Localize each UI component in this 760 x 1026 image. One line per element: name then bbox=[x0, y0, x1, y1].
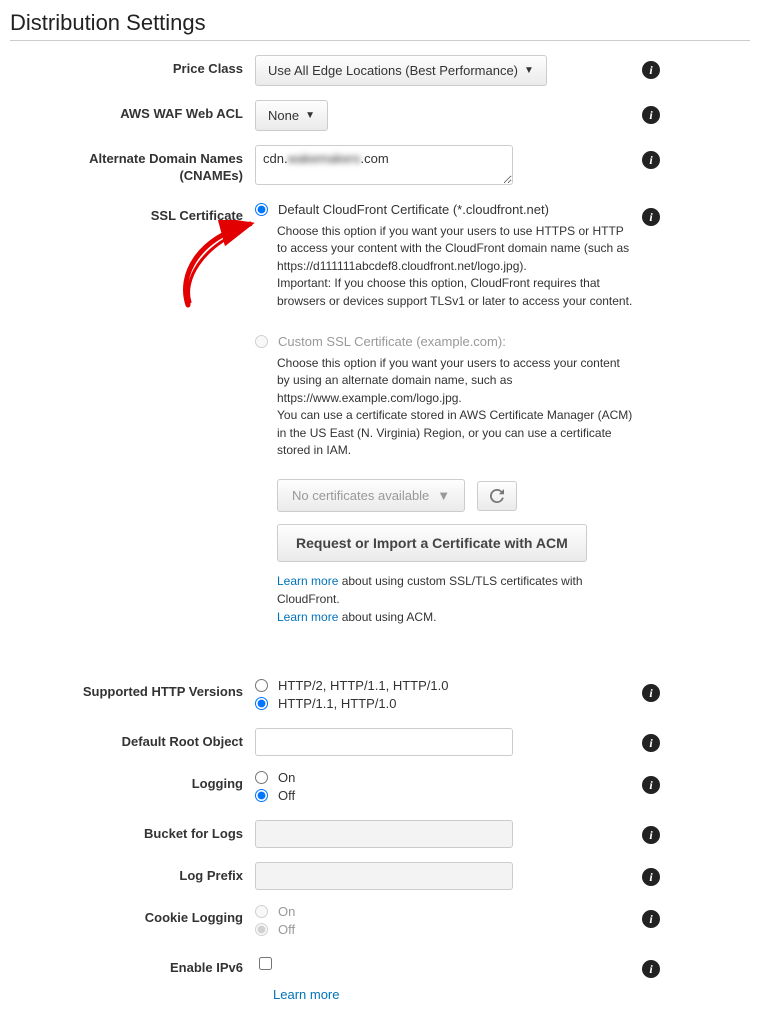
http2-radio-input[interactable] bbox=[255, 679, 268, 692]
http2-radio[interactable]: HTTP/2, HTTP/1.1, HTTP/1.0 bbox=[255, 678, 634, 693]
ipv6-learn-more-link[interactable]: Learn more bbox=[273, 987, 339, 1002]
ssl-custom-radio-input[interactable] bbox=[255, 335, 268, 348]
caret-down-icon: ▼ bbox=[524, 65, 534, 76]
info-icon[interactable]: i bbox=[642, 151, 660, 169]
label-bucket-logs: Bucket for Logs bbox=[10, 820, 255, 843]
caret-down-icon: ▼ bbox=[305, 110, 315, 121]
info-icon[interactable]: i bbox=[642, 734, 660, 752]
ssl-custom-radio[interactable]: Custom SSL Certificate (example.com): bbox=[255, 334, 634, 349]
logging-on-label: On bbox=[278, 770, 295, 785]
cert-select-value: No certificates available bbox=[292, 488, 429, 503]
label-cookie-logging: Cookie Logging bbox=[10, 904, 255, 927]
info-icon[interactable]: i bbox=[642, 826, 660, 844]
row-logging: Logging On Off i bbox=[10, 770, 750, 806]
logging-on-radio[interactable]: On bbox=[255, 770, 634, 785]
row-root-object: Default Root Object i bbox=[10, 728, 750, 756]
logging-off-label: Off bbox=[278, 788, 295, 803]
label-waf: AWS WAF Web ACL bbox=[10, 100, 255, 123]
info-icon[interactable]: i bbox=[642, 910, 660, 928]
ipv6-checkbox[interactable] bbox=[259, 957, 272, 970]
bucket-logs-input[interactable] bbox=[255, 820, 513, 848]
info-icon[interactable]: i bbox=[642, 776, 660, 794]
red-arrow-annotation bbox=[180, 220, 260, 310]
cert-select[interactable]: No certificates available ▼ bbox=[277, 479, 465, 512]
ssl-default-label: Default CloudFront Certificate (*.cloudf… bbox=[278, 202, 549, 217]
cookie-off-radio[interactable]: Off bbox=[255, 922, 634, 937]
learn-more-acm-tail: about using ACM. bbox=[338, 610, 436, 624]
ssl-custom-label: Custom SSL Certificate (example.com): bbox=[278, 334, 506, 349]
divider bbox=[10, 40, 750, 41]
row-ipv6: Enable IPv6 Learn more i bbox=[10, 954, 750, 1002]
info-icon[interactable]: i bbox=[642, 61, 660, 79]
price-class-select[interactable]: Use All Edge Locations (Best Performance… bbox=[255, 55, 547, 86]
row-http-versions: Supported HTTP Versions HTTP/2, HTTP/1.1… bbox=[10, 678, 750, 714]
info-icon[interactable]: i bbox=[642, 960, 660, 978]
root-object-input[interactable] bbox=[255, 728, 513, 756]
ssl-default-help: Choose this option if you want your user… bbox=[277, 223, 634, 310]
request-cert-button[interactable]: Request or Import a Certificate with ACM bbox=[277, 524, 587, 562]
label-ssl: SSL Certificate bbox=[10, 202, 255, 225]
waf-select[interactable]: None ▼ bbox=[255, 100, 328, 131]
logging-off-radio-input[interactable] bbox=[255, 789, 268, 802]
label-cnames: Alternate Domain Names (CNAMEs) bbox=[10, 145, 255, 185]
learn-more-ssl-link[interactable]: Learn more bbox=[277, 574, 338, 588]
price-class-value: Use All Edge Locations (Best Performance… bbox=[268, 63, 518, 78]
label-price-class: Price Class bbox=[10, 55, 255, 78]
cookie-off-radio-input[interactable] bbox=[255, 923, 268, 936]
row-price-class: Price Class Use All Edge Locations (Best… bbox=[10, 55, 750, 86]
http2-label: HTTP/2, HTTP/1.1, HTTP/1.0 bbox=[278, 678, 448, 693]
logging-on-radio-input[interactable] bbox=[255, 771, 268, 784]
label-log-prefix: Log Prefix bbox=[10, 862, 255, 885]
ssl-custom-help: Choose this option if you want your user… bbox=[277, 355, 634, 459]
refresh-icon bbox=[490, 489, 504, 503]
waf-value: None bbox=[268, 108, 299, 123]
http11-radio[interactable]: HTTP/1.1, HTTP/1.0 bbox=[255, 696, 634, 711]
ssl-default-radio-input[interactable] bbox=[255, 203, 268, 216]
learn-more-acm-link[interactable]: Learn more bbox=[277, 610, 338, 624]
page-title: Distribution Settings bbox=[10, 10, 750, 36]
ssl-default-radio[interactable]: Default CloudFront Certificate (*.cloudf… bbox=[255, 202, 634, 217]
info-icon[interactable]: i bbox=[642, 106, 660, 124]
info-icon[interactable]: i bbox=[642, 684, 660, 702]
cookie-on-radio[interactable]: On bbox=[255, 904, 634, 919]
label-ipv6: Enable IPv6 bbox=[10, 954, 255, 977]
cookie-on-label: On bbox=[278, 904, 295, 919]
row-cookie-logging: Cookie Logging On Off i bbox=[10, 904, 750, 940]
cookie-on-radio-input[interactable] bbox=[255, 905, 268, 918]
row-bucket-logs: Bucket for Logs i bbox=[10, 820, 750, 848]
row-waf: AWS WAF Web ACL None ▼ i bbox=[10, 100, 750, 131]
logging-off-radio[interactable]: Off bbox=[255, 788, 634, 803]
log-prefix-input[interactable] bbox=[255, 862, 513, 890]
cnames-input[interactable] bbox=[255, 145, 513, 185]
row-log-prefix: Log Prefix i bbox=[10, 862, 750, 890]
info-icon[interactable]: i bbox=[642, 868, 660, 886]
http11-label: HTTP/1.1, HTTP/1.0 bbox=[278, 696, 396, 711]
row-cnames: Alternate Domain Names (CNAMEs) cdn.wake… bbox=[10, 145, 750, 188]
refresh-certs-button[interactable] bbox=[477, 481, 517, 511]
row-ssl: SSL Certificate Default CloudFront Certi… bbox=[10, 202, 750, 626]
info-icon[interactable]: i bbox=[642, 208, 660, 226]
caret-down-icon: ▼ bbox=[437, 488, 450, 503]
label-http-versions: Supported HTTP Versions bbox=[10, 678, 255, 701]
cookie-off-label: Off bbox=[278, 922, 295, 937]
http11-radio-input[interactable] bbox=[255, 697, 268, 710]
label-logging: Logging bbox=[10, 770, 255, 793]
label-root-object: Default Root Object bbox=[10, 728, 255, 751]
